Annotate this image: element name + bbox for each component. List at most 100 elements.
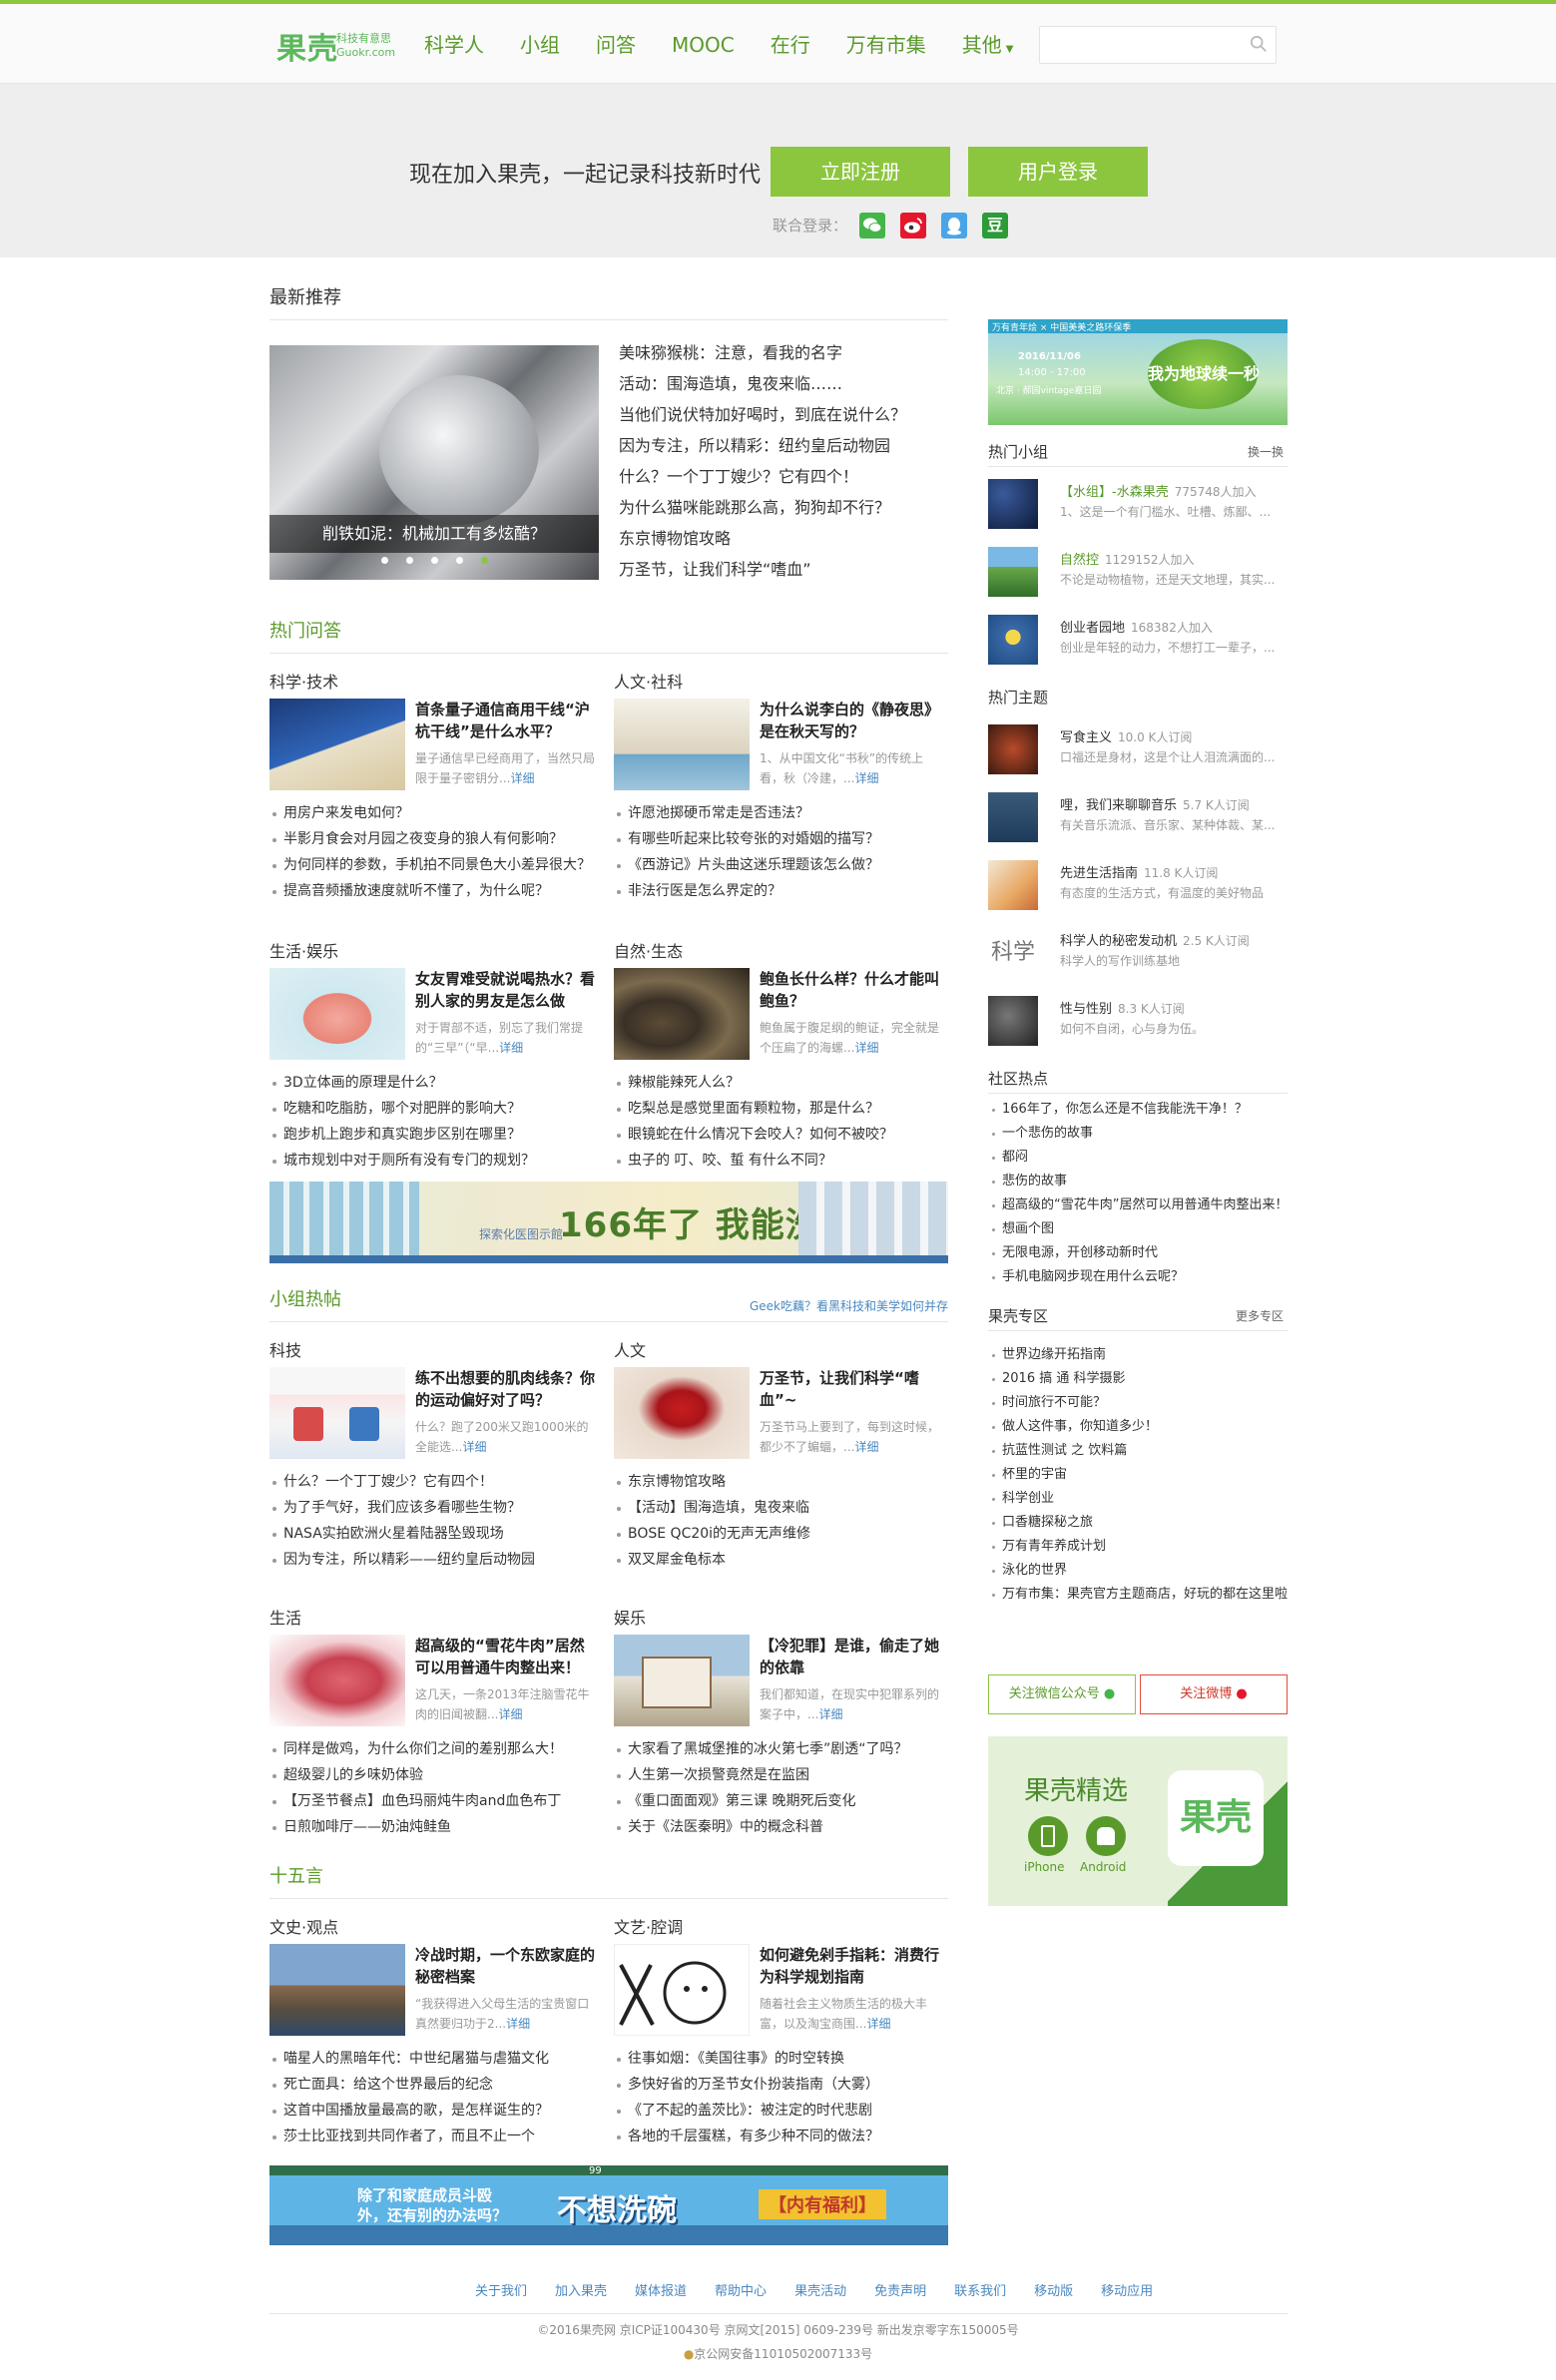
- list-item[interactable]: 《重口面面观》第三课 晚期死后变化: [614, 1788, 943, 1814]
- login-button[interactable]: 用户登录: [968, 147, 1148, 197]
- detail-link[interactable]: 详细: [866, 2017, 890, 2031]
- list-item[interactable]: 吃梨总是感觉里面有颗粒物，那是什么？: [614, 1096, 943, 1122]
- category-name[interactable]: 人文·社科: [614, 669, 943, 695]
- card-title[interactable]: 超高级的“雪花牛肉”居然可以用普通牛肉整出来！: [415, 1635, 599, 1678]
- list-item[interactable]: 半影月食会对月园之夜变身的狼人有何影响？: [269, 826, 599, 852]
- list-item[interactable]: 杯里的宇宙: [988, 1463, 1288, 1487]
- topic-item[interactable]: 先进生活指南 11.8 K人订阅 有态度的生活方式，有温度的美好物品: [988, 848, 1288, 916]
- list-item[interactable]: 万有市集：果壳官方主题商店，好玩的都在这里啦: [988, 1583, 1288, 1607]
- nav-item-mooc[interactable]: MOOC: [672, 28, 735, 67]
- android-icon[interactable]: [1086, 1816, 1126, 1856]
- list-item[interactable]: 科学创业: [988, 1487, 1288, 1511]
- list-item[interactable]: 东京博物馆攻略: [614, 1469, 943, 1495]
- nav-item-market[interactable]: 万有市集: [846, 28, 926, 67]
- list-item[interactable]: 眼镜蛇在什么情况下会咬人？如何不被咬？: [614, 1122, 943, 1148]
- footer-link[interactable]: 联系我们: [954, 2280, 1006, 2299]
- category-name[interactable]: 文艺·腔调: [614, 1914, 943, 1940]
- footer-link[interactable]: 媒体报道: [635, 2280, 687, 2299]
- list-item[interactable]: BOSE QC20i的无声无声维修: [614, 1521, 943, 1547]
- list-item[interactable]: 3D立体画的原理是什么？: [269, 1070, 599, 1096]
- list-item[interactable]: 都闷: [988, 1146, 1288, 1170]
- list-item[interactable]: 2016 搞 通 科学摄影: [988, 1367, 1288, 1391]
- featured-card[interactable]: 首条量子通信商用干线“沪杭干线”是什么水平？ 量子通信早已经商用了，当然只局限于…: [269, 699, 599, 798]
- featured-card[interactable]: 练不出想要的肌肉线条？你的运动偏好对了吗？ 什么？跑了200米又跑1000米的全…: [269, 1367, 599, 1467]
- latest-item[interactable]: 什么？一个丁丁嫂少？它有四个！: [619, 461, 948, 492]
- topic-name[interactable]: 性与性别: [1060, 1002, 1112, 1017]
- promo-banner-dishes[interactable]: 99 除了和家庭成员斗殴外，还有别的办法吗？ 不想洗碗 【内有福利】: [269, 2165, 948, 2245]
- footer-link[interactable]: 移动应用: [1101, 2280, 1153, 2299]
- card-title[interactable]: 【冷犯罪】是谁，偷走了她的依靠: [760, 1635, 943, 1678]
- featured-card[interactable]: 【冷犯罪】是谁，偷走了她的依靠 我们都知道，在现实中犯罪系列的案子中，...详细: [614, 1635, 943, 1734]
- detail-link[interactable]: 详细: [499, 1041, 523, 1055]
- topic-item[interactable]: 科学 科学人的秘密发动机 2.5 K人订阅 科学人的写作训练基地: [988, 916, 1288, 984]
- footer-link[interactable]: 帮助中心: [715, 2280, 767, 2299]
- group-name[interactable]: 【水组】-水森果壳: [1060, 485, 1169, 500]
- latest-item[interactable]: 活动：围海造填，鬼夜来临……: [619, 368, 948, 399]
- category-name[interactable]: 自然·生态: [614, 938, 943, 964]
- list-item[interactable]: 有哪些听起来比较夸张的对婚姻的描写？: [614, 826, 943, 852]
- detail-link[interactable]: 详细: [506, 2017, 530, 2031]
- topic-name[interactable]: 科学人的秘密发动机: [1060, 934, 1177, 949]
- douban-icon[interactable]: 豆: [982, 213, 1008, 238]
- featured-card[interactable]: 冷战时期，一个东欧家庭的秘密档案 “我获得进入父母生活的宝贵窗口真然要归功于2.…: [269, 1944, 599, 2044]
- list-item[interactable]: 跑步机上跑步和真实跑步区别在哪里？: [269, 1122, 599, 1148]
- list-item[interactable]: 人生第一次损警竟然是在监困: [614, 1762, 943, 1788]
- list-item[interactable]: 关于《法医秦明》中的概念科普: [614, 1814, 943, 1840]
- footer-link[interactable]: 移动版: [1034, 2280, 1073, 2299]
- featured-card[interactable]: 超高级的“雪花牛肉”居然可以用普通牛肉整出来！ 这几天，一条2013年注脑雪花牛…: [269, 1635, 599, 1734]
- list-item[interactable]: 喵星人的黑暗年代：中世纪屠猫与虐猫文化: [269, 2046, 599, 2072]
- topic-name[interactable]: 写食主义: [1060, 730, 1112, 745]
- featured-card[interactable]: 为什么说李白的《静夜思》是在秋天写的？ 1、从中国文化“书秋”的传统上看，秋（冷…: [614, 699, 943, 798]
- list-item[interactable]: 为何同样的参数，手机拍不同景色大小差异很大？: [269, 852, 599, 878]
- list-item[interactable]: 这首中国播放量最高的歌，是怎样诞生的？: [269, 2098, 599, 2124]
- list-item[interactable]: 双叉犀金龟标本: [614, 1547, 943, 1573]
- featured-card[interactable]: 如何避免剁手指耗：消费行为科学规划指南 随着社会主义物质生活的极大丰富，以及淘宝…: [614, 1944, 943, 2044]
- list-item[interactable]: 城市规划中对于厕所有没有专门的规划？: [269, 1148, 599, 1174]
- latest-item[interactable]: 当他们说伏特加好喝时，到底在说什么？: [619, 399, 948, 430]
- latest-item[interactable]: 东京博物馆攻略: [619, 523, 948, 554]
- slide-dot[interactable]: [430, 557, 438, 564]
- feature-slide[interactable]: 削铁如泥：机械加工有多炫酷？: [269, 345, 599, 580]
- slide-dot-active[interactable]: [480, 557, 488, 564]
- card-title[interactable]: 鲍鱼长什么样？什么才能叫鲍鱼？: [760, 968, 943, 1012]
- list-item[interactable]: 用房户来发电如何？: [269, 800, 599, 826]
- group-item[interactable]: 创业者园地 168382人加入 创业是年轻的动力，不想打工一辈子，...: [988, 603, 1288, 671]
- more-special-link[interactable]: 更多专区: [1236, 1303, 1284, 1329]
- list-item[interactable]: 死亡面具：给这个世界最后的纪念: [269, 2072, 599, 2098]
- list-item[interactable]: 因为专注，所以精彩——纽约皇后动物园: [269, 1547, 599, 1573]
- list-item[interactable]: 《了不起的盖茨比》：被注定的时代悲剧: [614, 2098, 943, 2124]
- list-item[interactable]: 时间旅行不可能？: [988, 1391, 1288, 1415]
- list-item[interactable]: 世界边缘开拓指南: [988, 1343, 1288, 1367]
- list-item[interactable]: 超高级的“雪花牛肉”居然可以用普通牛肉整出来！...: [988, 1193, 1288, 1217]
- category-name[interactable]: 娱乐: [614, 1605, 943, 1631]
- latest-item[interactable]: 因为专注，所以精彩：纽约皇后动物园: [619, 430, 948, 461]
- group-item[interactable]: 自然控 1129152人加入 不论是动物植物，还是天文地理，其实...: [988, 535, 1288, 603]
- list-item[interactable]: 非法行医是怎么界定的？: [614, 878, 943, 904]
- group-name[interactable]: 自然控: [1060, 553, 1099, 568]
- latest-item[interactable]: 为什么猫咪能跳那么高，狗狗却不行？: [619, 492, 948, 523]
- list-item[interactable]: 无限电源，开创移动新时代: [988, 1241, 1288, 1265]
- detail-link[interactable]: 详细: [818, 1707, 842, 1721]
- nav-item-kexueren[interactable]: 科学人: [424, 28, 484, 67]
- featured-card[interactable]: 女友胃难受就说喝热水？看别人家的男友是怎么做 对于胃部不适，别忘了我们常提的“三…: [269, 968, 599, 1068]
- slide-dot[interactable]: [405, 557, 413, 564]
- wechat-icon[interactable]: [859, 213, 885, 238]
- list-item[interactable]: 日煎咖啡厅——奶油炖鲑鱼: [269, 1814, 599, 1840]
- category-name[interactable]: 文史·观点: [269, 1914, 599, 1940]
- list-item[interactable]: 提高音频播放速度就听不懂了，为什么呢？: [269, 878, 599, 904]
- nav-item-more[interactable]: 其他 ▼: [962, 28, 1014, 67]
- list-item[interactable]: 吃糖和吃脂肪，哪个对肥胖的影响大？: [269, 1096, 599, 1122]
- card-title[interactable]: 为什么说李白的《静夜思》是在秋天写的？: [760, 699, 943, 742]
- list-item[interactable]: 虫子的 叮、咬、蜇 有什么不同？: [614, 1148, 943, 1174]
- list-item[interactable]: 做人这件事，你知道多少！: [988, 1415, 1288, 1439]
- groups-more-link[interactable]: Geek吃藕？看黑科技和美学如何并存: [750, 1291, 948, 1321]
- iphone-icon[interactable]: [1028, 1816, 1068, 1856]
- group-name[interactable]: 创业者园地: [1060, 621, 1125, 636]
- card-title[interactable]: 万圣节，让我们科学“嗜血”~: [760, 1367, 943, 1411]
- list-item[interactable]: 大家看了黑城堡推的冰火第七季”剧透“了吗？: [614, 1736, 943, 1762]
- list-item[interactable]: 辣椒能辣死人么？: [614, 1070, 943, 1096]
- list-item[interactable]: NASA实拍欧洲火星着陆器坠毁现场: [269, 1521, 599, 1547]
- topic-item[interactable]: 写食主义 10.0 K人订阅 口福还是身材，这是个让人泪流满面的...: [988, 713, 1288, 780]
- detail-link[interactable]: 详细: [854, 1440, 878, 1454]
- list-item[interactable]: 想画个图: [988, 1217, 1288, 1241]
